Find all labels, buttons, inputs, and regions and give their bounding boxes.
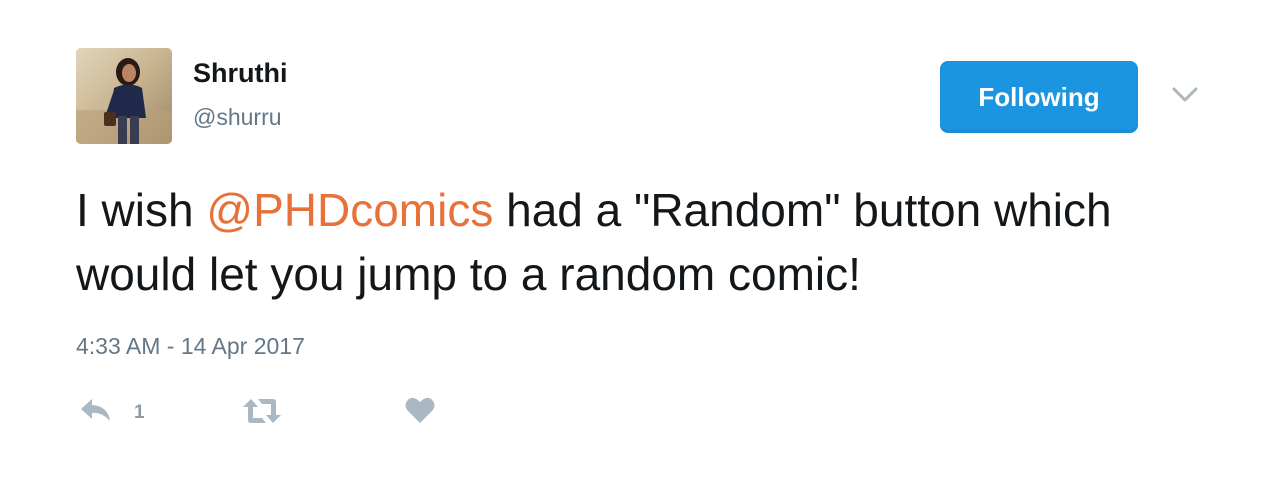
chevron-down-icon[interactable]: [1170, 83, 1200, 107]
following-button[interactable]: Following: [940, 61, 1138, 133]
heart-icon: [404, 396, 436, 429]
reply-button[interactable]: 1: [78, 396, 145, 429]
display-name[interactable]: Shruthi: [193, 56, 288, 90]
avatar[interactable]: [76, 48, 172, 144]
like-button[interactable]: [404, 396, 436, 429]
user-handle[interactable]: @shurru: [193, 102, 282, 132]
retweet-button[interactable]: [242, 398, 282, 429]
tweet-timestamp[interactable]: 4:33 AM - 14 Apr 2017: [76, 330, 305, 362]
tweet-text: I wish @PHDcomics had a "Random" button …: [76, 178, 1226, 306]
reply-icon: [78, 396, 114, 429]
tweet-text-before: I wish: [76, 184, 207, 236]
mention-link[interactable]: @PHDcomics: [206, 184, 493, 236]
profile-photo: [76, 48, 172, 144]
retweet-icon: [242, 398, 282, 429]
reply-count: 1: [134, 401, 145, 423]
